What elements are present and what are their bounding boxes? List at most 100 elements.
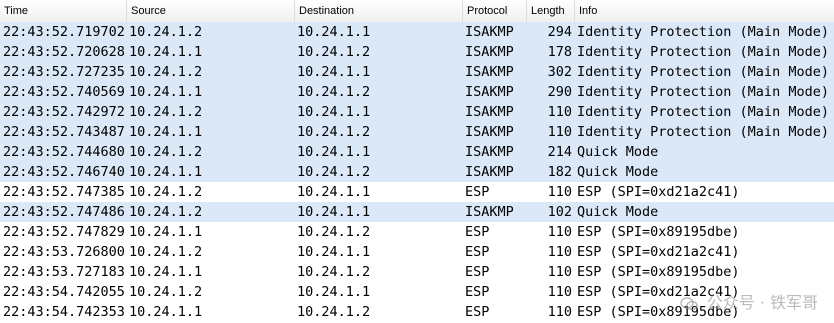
packet-time: 22:43:52.747829 [3, 224, 125, 240]
packet-time: 22:43:52.743487 [3, 124, 125, 140]
packet-destination: 10.24.1.1 [297, 144, 371, 160]
watermark: 公众号 · 铁军哥 [679, 289, 818, 313]
packet-destination: 10.24.1.2 [297, 264, 371, 280]
packet-destination: 10.24.1.2 [297, 84, 371, 100]
packet-source: 10.24.1.2 [129, 104, 203, 120]
packet-protocol: ISAKMP [465, 124, 514, 140]
packet-length: 110 [547, 304, 572, 320]
packet-info: Identity Protection (Main Mode) [577, 44, 829, 60]
packet-source: 10.24.1.2 [129, 284, 203, 300]
packet-row[interactable]: 22:43:52.740569 10.24.1.1 10.24.1.2 ISAKMP 2… [0, 82, 834, 102]
packet-source: 10.24.1.1 [129, 44, 203, 60]
packet-protocol: ESP [465, 304, 490, 320]
packet-length: 178 [547, 44, 572, 60]
packet-destination: 10.24.1.1 [297, 24, 371, 40]
packet-source: 10.24.1.2 [129, 244, 203, 260]
packet-protocol: ESP [465, 284, 490, 300]
packet-info: ESP (SPI=0xd21a2c41) [577, 184, 740, 200]
packet-time: 22:43:52.744680 [3, 144, 125, 160]
packet-destination: 10.24.1.2 [297, 44, 371, 60]
packet-info: Identity Protection (Main Mode) [577, 124, 829, 140]
packet-row[interactable]: 22:43:52.747385 10.24.1.2 10.24.1.1 ESP 110 E… [0, 182, 834, 202]
packet-source: 10.24.1.1 [129, 264, 203, 280]
column-header-info[interactable]: Info [575, 0, 834, 22]
packet-destination: 10.24.1.1 [297, 284, 371, 300]
packet-protocol: ISAKMP [465, 24, 514, 40]
packet-time: 22:43:54.742055 [3, 284, 125, 300]
packet-length: 290 [547, 84, 572, 100]
column-header-source[interactable]: Source [127, 0, 295, 22]
packet-source: 10.24.1.1 [129, 84, 203, 100]
packet-time: 22:43:52.746740 [3, 164, 125, 180]
packet-protocol: ESP [465, 264, 490, 280]
packet-time: 22:43:52.719702 [3, 24, 125, 40]
packet-length: 110 [547, 284, 572, 300]
packet-destination: 10.24.1.1 [297, 104, 371, 120]
packet-row[interactable]: 22:43:52.747486 10.24.1.2 10.24.1.1 ISAKMP 1… [0, 202, 834, 222]
packet-time: 22:43:54.742353 [3, 304, 125, 320]
packet-source: 10.24.1.1 [129, 224, 203, 240]
packet-row[interactable]: 22:43:53.727183 10.24.1.1 10.24.1.2 ESP 110 E… [0, 262, 834, 282]
packet-row[interactable]: 22:43:52.744680 10.24.1.2 10.24.1.1 ISAKMP 2… [0, 142, 834, 162]
packet-length: 110 [547, 184, 572, 200]
column-header-destination[interactable]: Destination [295, 0, 463, 22]
packet-length: 214 [547, 144, 572, 160]
packet-length: 302 [547, 64, 572, 80]
packet-protocol: ISAKMP [465, 84, 514, 100]
packet-protocol: ISAKMP [465, 104, 514, 120]
packet-time: 22:43:52.747486 [3, 204, 125, 220]
packet-row[interactable]: 22:43:52.720628 10.24.1.1 10.24.1.2 ISAKMP 1… [0, 42, 834, 62]
packet-destination: 10.24.1.1 [297, 184, 371, 200]
packet-source: 10.24.1.1 [129, 164, 203, 180]
packet-row[interactable]: 22:43:52.727235 10.24.1.2 10.24.1.1 ISAKMP 3… [0, 62, 834, 82]
packet-info: Identity Protection (Main Mode) [577, 104, 829, 120]
packet-info: Quick Mode [577, 204, 659, 220]
packet-source: 10.24.1.2 [129, 204, 203, 220]
packet-time: 22:43:52.742972 [3, 104, 125, 120]
packet-protocol: ESP [465, 184, 490, 200]
packet-protocol: ESP [465, 224, 490, 240]
column-header-protocol[interactable]: Protocol [463, 0, 527, 22]
packet-info: Quick Mode [577, 144, 659, 160]
packet-protocol: ISAKMP [465, 144, 514, 160]
packet-protocol: ISAKMP [465, 164, 514, 180]
packet-row[interactable]: 22:43:52.743487 10.24.1.1 10.24.1.2 ISAKMP 1… [0, 122, 834, 142]
packet-info: ESP (SPI=0x89195dbe) [577, 224, 740, 240]
column-header-time[interactable]: Time [0, 0, 127, 22]
packet-protocol: ISAKMP [465, 44, 514, 60]
packet-source: 10.24.1.1 [129, 304, 203, 320]
packet-length: 110 [547, 224, 572, 240]
packet-length: 110 [547, 244, 572, 260]
packet-row[interactable]: 22:43:52.719702 10.24.1.2 10.24.1.1 ISAKMP 2… [0, 22, 834, 42]
packet-info: Identity Protection (Main Mode) [577, 84, 829, 100]
packet-list: 22:43:52.719702 10.24.1.2 10.24.1.1 ISAKMP 2… [0, 22, 834, 322]
packet-time: 22:43:53.727183 [3, 264, 125, 280]
packet-length: 182 [547, 164, 572, 180]
packet-length: 102 [547, 204, 572, 220]
packet-protocol: ESP [465, 244, 490, 260]
packet-row[interactable]: 22:43:52.742972 10.24.1.2 10.24.1.1 ISAKMP 1… [0, 102, 834, 122]
packet-length: 294 [547, 24, 572, 40]
packet-protocol: ISAKMP [465, 64, 514, 80]
packet-destination: 10.24.1.2 [297, 304, 371, 320]
packet-protocol: ISAKMP [465, 204, 514, 220]
packet-row[interactable]: 22:43:52.746740 10.24.1.1 10.24.1.2 ISAKMP 1… [0, 162, 834, 182]
packet-info: ESP (SPI=0xd21a2c41) [577, 244, 740, 260]
packet-row[interactable]: 22:43:53.726800 10.24.1.2 10.24.1.1 ESP 110 E… [0, 242, 834, 262]
packet-time: 22:43:52.720628 [3, 44, 125, 60]
packet-length: 110 [547, 264, 572, 280]
packet-source: 10.24.1.1 [129, 124, 203, 140]
column-header-length[interactable]: Length [527, 0, 575, 22]
packet-source: 10.24.1.2 [129, 24, 203, 40]
packet-destination: 10.24.1.2 [297, 224, 371, 240]
packet-info: Identity Protection (Main Mode) [577, 64, 829, 80]
packet-row[interactable]: 22:43:52.747829 10.24.1.1 10.24.1.2 ESP 110 E… [0, 222, 834, 242]
packet-time: 22:43:52.740569 [3, 84, 125, 100]
packet-time: 22:43:52.727235 [3, 64, 125, 80]
packet-destination: 10.24.1.1 [297, 204, 371, 220]
packet-time: 22:43:53.726800 [3, 244, 125, 260]
packet-length: 110 [547, 104, 572, 120]
packet-time: 22:43:52.747385 [3, 184, 125, 200]
packet-source: 10.24.1.2 [129, 64, 203, 80]
wechat-icon [679, 296, 698, 310]
